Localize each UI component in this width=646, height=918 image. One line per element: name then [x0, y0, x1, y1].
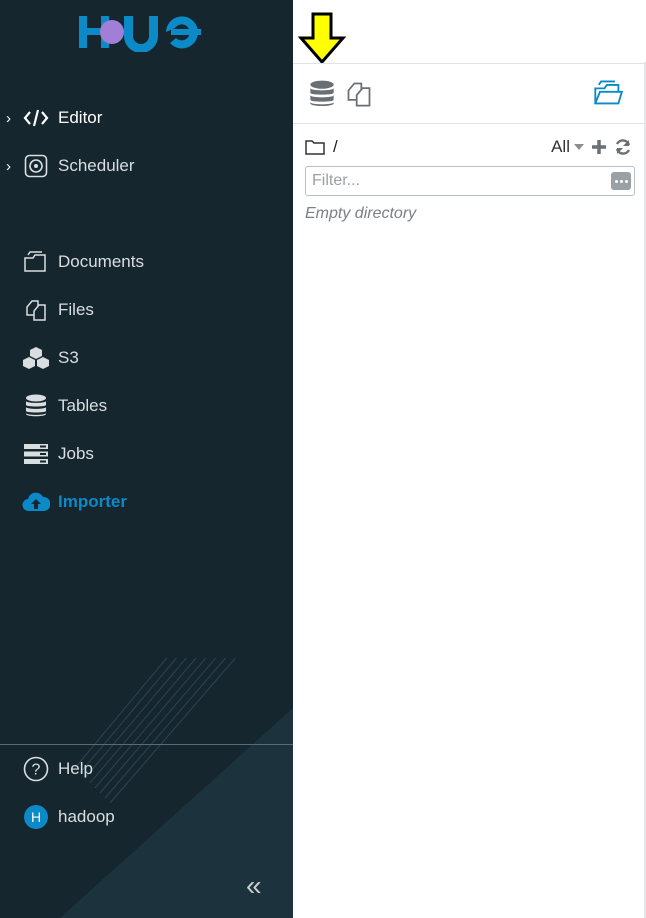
empty-directory-message: Empty directory — [305, 205, 417, 222]
sidebar-item-editor[interactable]: › Editor — [0, 98, 293, 138]
sidebar-item-label: Importer — [58, 492, 127, 511]
current-path[interactable]: / — [333, 137, 338, 157]
sidebar-item-label: hadoop — [58, 807, 115, 826]
sidebar-item-label: Files — [58, 300, 94, 319]
chevron-right-icon: › — [6, 157, 11, 175]
sidebar-item-help[interactable]: ? Help — [0, 749, 293, 789]
cloud-upload-icon — [22, 488, 50, 516]
documents-tab-icon[interactable] — [593, 80, 624, 108]
svg-text:?: ? — [32, 762, 41, 779]
sidebar-item-scheduler[interactable]: › Scheduler — [0, 146, 293, 186]
caret-down-icon — [574, 144, 584, 150]
more-options-icon[interactable] — [611, 172, 631, 190]
collapse-sidebar-icon[interactable]: « — [246, 872, 274, 900]
sidebar-item-label: Tables — [58, 396, 108, 415]
assist-panel: / All Empty directory — [293, 0, 646, 918]
jobs-icon — [22, 440, 50, 468]
sidebar-item-label: Scheduler — [58, 156, 135, 175]
filter-field — [305, 166, 635, 196]
sidebar-item-files[interactable]: Files — [0, 290, 293, 330]
sidebar-item-documents[interactable]: Documents — [0, 242, 293, 282]
help-icon: ? — [22, 755, 50, 783]
chevron-right-icon: › — [6, 109, 11, 127]
user-avatar: H — [22, 803, 50, 831]
database-icon — [22, 392, 50, 420]
sidebar-item-jobs[interactable]: Jobs — [0, 434, 293, 474]
scheduler-icon — [22, 152, 50, 180]
sidebar-divider — [0, 744, 293, 745]
sidebar-item-label: Editor — [58, 108, 103, 127]
database-tab-icon[interactable] — [309, 80, 337, 108]
avatar-letter: H — [31, 809, 41, 825]
hue-logo — [79, 16, 201, 52]
folder-icon — [305, 140, 325, 155]
path-actions: All — [551, 136, 632, 158]
sidebar-item-label: Documents — [58, 252, 144, 271]
documents-icon — [22, 248, 50, 276]
sidebar-item-label: Help — [58, 759, 93, 778]
sidebar-item-importer[interactable]: Importer — [0, 482, 293, 522]
sidebar-item-s3[interactable]: S3 — [0, 338, 293, 378]
annotation-arrow-icon — [297, 12, 347, 64]
sidebar-item-tables[interactable]: Tables — [0, 386, 293, 426]
plus-icon[interactable] — [590, 138, 608, 156]
assist-toolbar — [293, 63, 644, 124]
sidebar-item-user[interactable]: H hadoop — [0, 797, 293, 837]
sidebar-item-label: S3 — [58, 348, 79, 367]
sidebar-item-label: Jobs — [58, 444, 94, 463]
files-tab-icon[interactable] — [345, 80, 373, 108]
refresh-icon[interactable] — [614, 138, 632, 156]
filter-type-dropdown[interactable]: All — [551, 137, 584, 157]
filter-input[interactable] — [306, 167, 606, 195]
left-sidebar: › Editor › Scheduler Documents Files S3 — [0, 0, 293, 918]
files-icon — [22, 296, 50, 324]
s3-cubes-icon — [22, 344, 50, 372]
filter-type-label: All — [551, 137, 570, 156]
code-icon — [22, 104, 50, 132]
